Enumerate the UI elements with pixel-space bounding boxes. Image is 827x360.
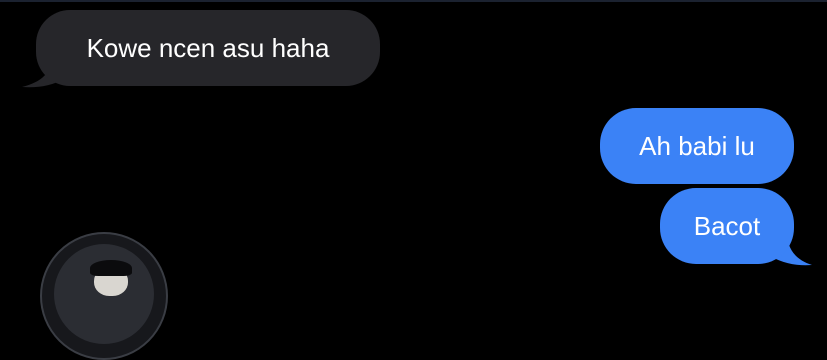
incoming-message-bubble[interactable]: Kowe ncen asu haha (36, 10, 380, 86)
contact-avatar-icon[interactable] (40, 232, 168, 360)
message-text: Ah babi lu (639, 131, 755, 161)
avatar-hair (90, 260, 132, 276)
outgoing-message-bubble[interactable]: Ah babi lu (600, 108, 794, 184)
top-divider (0, 0, 827, 2)
avatar-photo (54, 244, 154, 344)
message-text: Bacot (693, 211, 761, 241)
outgoing-message-bubble[interactable]: Bacot (660, 188, 794, 264)
message-text: Kowe ncen asu haha (86, 33, 330, 63)
